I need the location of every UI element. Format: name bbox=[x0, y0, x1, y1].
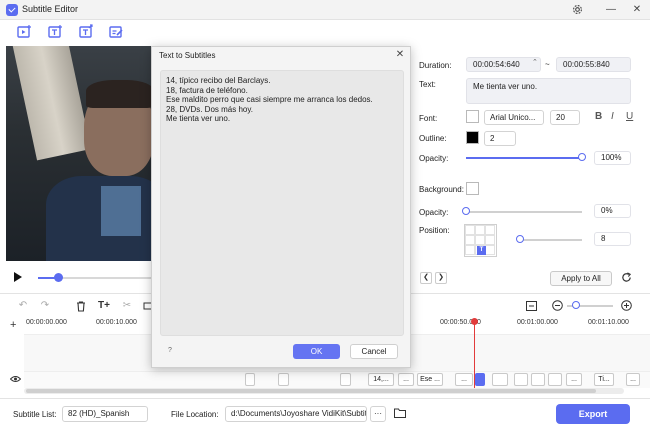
reset-icon[interactable] bbox=[621, 272, 633, 284]
add-subtitle-icon[interactable] bbox=[47, 24, 63, 40]
export-subtitle-icon[interactable] bbox=[78, 24, 94, 40]
cut-icon[interactable]: ✂ bbox=[120, 299, 134, 313]
ruler-tick: 00:01:00.000 bbox=[517, 319, 558, 326]
ruler-tick: 00:00:00.000 bbox=[26, 319, 67, 326]
subtitle-segment[interactable] bbox=[340, 373, 351, 386]
gear-icon[interactable] bbox=[570, 3, 584, 17]
folder-icon[interactable] bbox=[394, 408, 407, 420]
subtitle-segment[interactable]: ... bbox=[455, 373, 473, 386]
dialog-text-area[interactable]: 14, típico recibo del Barclays. 18, fact… bbox=[160, 70, 404, 336]
background-opacity-value-field[interactable]: 0% bbox=[594, 204, 631, 218]
help-icon[interactable]: ? bbox=[168, 347, 172, 354]
background-color-picker[interactable] bbox=[466, 182, 479, 195]
zoom-out-icon[interactable] bbox=[550, 299, 564, 313]
playhead-handle[interactable] bbox=[471, 318, 478, 325]
timeline-scrollbar-thumb[interactable] bbox=[26, 389, 596, 393]
subtitle-segment[interactable]: ... bbox=[398, 373, 414, 386]
text-label: Text: bbox=[419, 80, 436, 89]
play-icon[interactable] bbox=[14, 272, 22, 282]
outline-width-select[interactable]: 2 bbox=[484, 131, 516, 146]
background-opacity-slider[interactable] bbox=[466, 211, 582, 213]
main-toolbar bbox=[0, 20, 650, 44]
close-window-button[interactable]: ✕ bbox=[630, 3, 644, 17]
redo-icon[interactable]: ↷ bbox=[38, 299, 52, 313]
opacity-slider-fill bbox=[466, 157, 582, 159]
playhead-line[interactable] bbox=[474, 320, 475, 388]
position-offset-slider[interactable] bbox=[520, 239, 582, 241]
delete-icon[interactable] bbox=[74, 299, 88, 313]
minimize-button[interactable]: — bbox=[604, 3, 618, 17]
zoom-slider-handle[interactable] bbox=[572, 301, 581, 309]
subtitle-segment[interactable]: ... bbox=[626, 373, 640, 386]
background-opacity-label: Opacity: bbox=[419, 208, 449, 217]
file-location-field[interactable]: d:\Documents\Joyoshare VidiKit\Subtitle bbox=[225, 406, 367, 422]
duration-end-field[interactable]: 00:00:55:840 bbox=[556, 57, 631, 72]
outline-color-picker[interactable] bbox=[466, 131, 479, 144]
subtitle-segment[interactable]: ... bbox=[566, 373, 582, 386]
dialog-close-button[interactable]: ✕ bbox=[394, 49, 406, 61]
duration-start-field[interactable]: 00:00:54:640 bbox=[466, 57, 541, 72]
edit-subtitle-icon[interactable] bbox=[108, 24, 124, 40]
subtitle-text-field[interactable]: Me tienta ver uno. bbox=[466, 78, 631, 104]
app-logo-icon bbox=[6, 4, 18, 16]
subtitle-list-label: Subtitle List: bbox=[13, 410, 57, 419]
opacity-slider-handle[interactable] bbox=[578, 153, 586, 161]
font-family-select[interactable]: Arial Unico... bbox=[484, 110, 544, 125]
subtitle-segment[interactable] bbox=[492, 373, 508, 386]
apply-to-all-button[interactable]: Apply to All bbox=[550, 271, 612, 286]
dialog-title: Text to Subtitles bbox=[159, 51, 216, 60]
subtitle-segment[interactable] bbox=[245, 373, 255, 386]
export-button[interactable]: Export bbox=[556, 404, 630, 424]
bold-button[interactable]: B bbox=[595, 111, 602, 122]
duration-separator: ~ bbox=[545, 60, 550, 69]
subtitle-segment[interactable] bbox=[514, 373, 528, 386]
subtitle-segment[interactable]: Ti... bbox=[594, 373, 614, 386]
font-color-picker[interactable] bbox=[466, 110, 479, 123]
subtitle-segment[interactable]: 14,... bbox=[368, 373, 394, 386]
subtitle-segment[interactable] bbox=[278, 373, 289, 386]
subtitle-segment[interactable]: Ese ... bbox=[417, 373, 443, 386]
next-subtitle-button[interactable]: ❯ bbox=[435, 272, 447, 284]
outline-label: Outline: bbox=[419, 134, 447, 143]
subtitle-segment-selected[interactable] bbox=[475, 373, 485, 386]
video-preview[interactable] bbox=[6, 46, 156, 261]
ok-button[interactable]: OK bbox=[293, 344, 340, 359]
window-title: Subtitle Editor bbox=[22, 4, 79, 14]
position-offset-handle[interactable] bbox=[516, 235, 524, 243]
font-label: Font: bbox=[419, 114, 438, 123]
ruler-tick: 00:01:10.000 bbox=[588, 319, 629, 326]
subtitle-segment[interactable] bbox=[531, 373, 545, 386]
add-track-icon[interactable]: + bbox=[10, 320, 16, 331]
font-size-select[interactable]: 20 bbox=[550, 110, 580, 125]
add-text-icon[interactable]: T+ bbox=[97, 299, 111, 313]
background-opacity-handle[interactable] bbox=[462, 207, 470, 215]
background-label: Background: bbox=[419, 185, 464, 194]
subtitle-segment[interactable] bbox=[548, 373, 562, 386]
duration-start-spin-icon[interactable]: ⌃ bbox=[532, 58, 538, 66]
seek-handle[interactable] bbox=[53, 273, 63, 282]
duration-label: Duration: bbox=[419, 61, 452, 70]
ruler-tick: 00:00:10.000 bbox=[96, 319, 137, 326]
file-location-label: File Location: bbox=[171, 410, 219, 419]
previous-subtitle-button[interactable]: ❮ bbox=[420, 272, 432, 284]
opacity-label: Opacity: bbox=[419, 154, 449, 163]
subtitle-list-select[interactable]: 82 (HD)_Spanish bbox=[62, 406, 148, 422]
position-value-field[interactable]: 8 bbox=[594, 232, 631, 246]
italic-button[interactable]: I bbox=[611, 111, 614, 122]
title-bar bbox=[0, 0, 650, 20]
cancel-button[interactable]: Cancel bbox=[350, 344, 398, 359]
opacity-value-field[interactable]: 100% bbox=[594, 151, 631, 165]
undo-icon[interactable]: ↶ bbox=[16, 299, 30, 313]
position-marker-icon[interactable]: T bbox=[477, 246, 486, 255]
fit-timeline-icon[interactable] bbox=[524, 299, 538, 313]
browse-more-button[interactable]: ··· bbox=[370, 406, 386, 422]
position-label: Position: bbox=[419, 226, 450, 235]
underline-button[interactable]: U bbox=[626, 111, 633, 122]
zoom-in-icon[interactable] bbox=[619, 299, 633, 313]
visibility-eye-icon[interactable] bbox=[9, 375, 22, 385]
import-video-icon[interactable] bbox=[16, 24, 32, 40]
